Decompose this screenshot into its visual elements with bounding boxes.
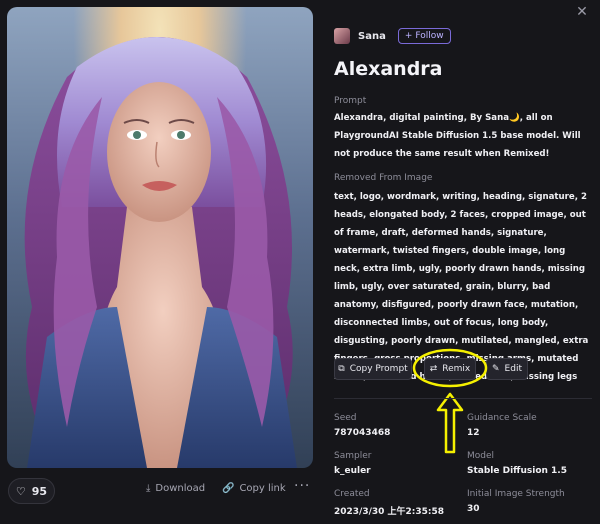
link-icon: 🔗 [222,483,235,494]
generated-image [7,7,313,468]
download-icon: ⤓ [146,483,151,494]
like-count: 95 [31,484,48,498]
plus-icon: + [404,31,413,41]
copy-prompt-label: Copy Prompt [349,364,408,374]
heart-icon: ♡ [15,484,26,498]
seed-value: 787043468 [334,428,391,438]
username[interactable]: Sana [358,31,386,42]
avatar[interactable] [334,28,350,44]
edit-icon: ✎ [492,364,500,374]
prompt-label: Prompt [334,96,367,106]
sampler-label: Sampler [334,451,372,461]
download-label: Download [155,483,206,494]
like-button[interactable]: ♡ 95 [8,478,55,504]
created-label: Created [334,489,370,499]
seed-label: Seed [334,413,357,423]
annotation-highlight [412,348,488,454]
image-title: Alexandra [334,58,443,80]
prompt-text: Alexandra, digital painting, By Sana🌙, a… [334,113,581,159]
sampler-value: k_euler [334,466,371,476]
divider [334,398,592,399]
more-options-button[interactable]: ··· [294,478,310,494]
copy-link-label: Copy link [239,483,286,494]
guidance-label: Guidance Scale [467,413,537,423]
edit-button[interactable]: ✎ Edit [486,358,528,380]
close-icon[interactable]: ✕ [574,4,590,20]
model-value: Stable Diffusion 1.5 [467,466,567,476]
follow-label: Follow [415,31,444,41]
copy-icon: ⧉ [338,364,345,374]
created-value: 2023/3/30 上午2:35:58 [334,507,445,517]
strength-value: 30 [467,504,480,514]
negative-prompt-label: Removed From Image [334,173,433,183]
model-label: Model [467,451,495,461]
strength-label: Initial Image Strength [467,489,565,499]
follow-button[interactable]: + Follow [397,28,451,44]
download-button[interactable]: ⤓ Download [146,483,205,494]
edit-label: Edit [504,364,522,374]
guidance-value: 12 [467,428,480,438]
copy-prompt-button[interactable]: ⧉ Copy Prompt [334,358,412,380]
copy-link-button[interactable]: 🔗 Copy link [222,483,286,494]
